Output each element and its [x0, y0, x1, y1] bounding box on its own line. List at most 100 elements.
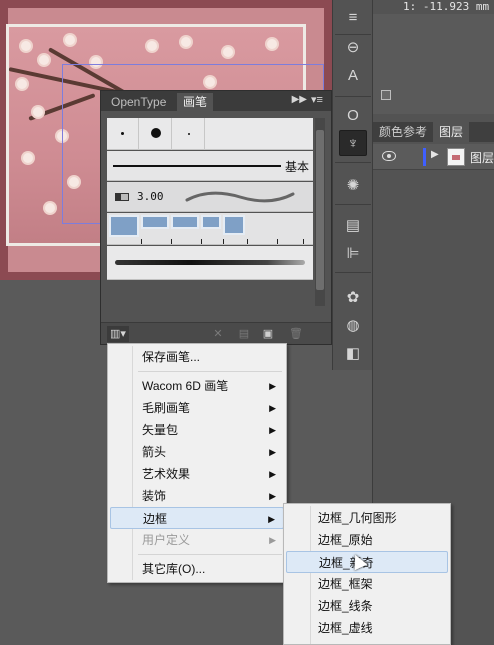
- pattern-tile: [223, 215, 245, 235]
- menu-item-label: 其它库(O)...: [142, 562, 206, 576]
- menu-separator: [138, 371, 282, 372]
- brush-library-menu: 保存画笔... Wacom 6D 画笔 ▶ 毛刷画笔 ▶ 矢量包 ▶ 箭头 ▶ 艺术效果…: [107, 343, 287, 583]
- align-panel-icon[interactable]: ⊫: [339, 240, 367, 266]
- panel-footer: ▥▾ ✕ ▤ ▣ 🗑: [101, 322, 331, 344]
- menu-item-other-library[interactable]: 其它库(O)...: [110, 558, 284, 580]
- menu-item-borders[interactable]: 边框 ▶: [110, 507, 284, 529]
- brush-row-calligraphic[interactable]: 3.00: [107, 182, 313, 212]
- brush-icon[interactable]: ♆: [339, 130, 367, 156]
- layer-name[interactable]: 图层: [470, 149, 494, 166]
- brush-swatch[interactable]: [107, 118, 139, 150]
- option-checkbox[interactable]: [381, 90, 391, 100]
- blossom: [65, 35, 75, 45]
- dot-shape: [121, 132, 124, 135]
- submenu-item-lines[interactable]: 边框_线条: [286, 595, 448, 617]
- brush-row-bristle[interactable]: [107, 246, 313, 280]
- expand-triangle-icon[interactable]: ▶: [431, 149, 439, 160]
- menu-item-save-brushes[interactable]: 保存画笔...: [110, 346, 284, 368]
- calligraphic-stroke: [185, 191, 295, 203]
- coordinate-readout: 1: -11.923 mm: [403, 0, 490, 13]
- submenu-item-geometric[interactable]: 边框_几何图形: [286, 507, 448, 529]
- submenu-item-dashed[interactable]: 边框_虚线: [286, 617, 448, 639]
- tick-mark: [303, 239, 304, 244]
- brush-swatch[interactable]: [173, 118, 205, 150]
- divider: [335, 204, 371, 205]
- menu-item-label: 箭头: [142, 445, 167, 459]
- visibility-eye-icon[interactable]: [382, 151, 396, 161]
- tab-opentype[interactable]: OpenType: [105, 93, 172, 111]
- tab-layers[interactable]: 图层: [433, 122, 470, 142]
- pattern-tile: [201, 215, 221, 229]
- submenu-arrow-icon: ▶: [269, 491, 276, 501]
- brush-row-basic[interactable]: 基本: [107, 151, 313, 181]
- blossom: [267, 39, 277, 49]
- submenu-item-novelty[interactable]: 边框_新奇: [286, 551, 448, 573]
- panel-tab-bar: OpenType 画笔 ▶▶ ▾≡: [101, 91, 331, 111]
- brush-row-pattern[interactable]: [107, 213, 313, 245]
- submenu-arrow-icon: ▶: [268, 514, 275, 524]
- pattern-tile: [141, 215, 169, 229]
- blossom: [181, 37, 191, 47]
- menu-item-decorative[interactable]: 装饰 ▶: [110, 485, 284, 507]
- tick-mark: [171, 239, 172, 244]
- dot-brush-row: [107, 118, 313, 150]
- menu-item-arrows[interactable]: 箭头 ▶: [110, 441, 284, 463]
- tick-mark: [277, 239, 278, 244]
- right-panel-tabs: 颜色参考 图层: [373, 122, 494, 142]
- menu-item-label: 毛刷画笔: [142, 401, 191, 415]
- submenu-arrow-icon: ▶: [269, 425, 276, 435]
- submenu-arrow-icon: ▶: [269, 381, 276, 391]
- calligraphic-icon: [115, 193, 129, 201]
- menu-item-bristle[interactable]: 毛刷画笔 ▶: [110, 397, 284, 419]
- submenu-arrow-icon: ▶: [269, 469, 276, 479]
- scrollbar-thumb[interactable]: [316, 130, 324, 290]
- brush-panel: OpenType 画笔 ▶▶ ▾≡ 基本 3.00 ▥▾ ✕ ▤ ▣ 🗑: [100, 90, 332, 345]
- layer-thumbnail: [447, 148, 465, 166]
- panel-dock-icons: ≡ ⊖ A O ♆ ✺ ▤ ⊫ ✿ ◍ ◧: [332, 0, 372, 370]
- menu-item-artistic[interactable]: 艺术效果 ▶: [110, 463, 284, 485]
- character-icon[interactable]: A: [339, 62, 367, 88]
- menu-item-label: 艺术效果: [142, 467, 191, 481]
- brush-libraries-menu-icon[interactable]: ▥▾: [107, 326, 129, 342]
- link-icon[interactable]: ⊖: [339, 34, 367, 60]
- color-palette-icon[interactable]: ✿: [339, 284, 367, 310]
- menu-separator: [138, 554, 282, 555]
- submenu-item-primitive[interactable]: 边框_原始: [286, 529, 448, 551]
- tick-mark: [201, 239, 202, 244]
- delete-icon[interactable]: 🗑: [289, 327, 303, 341]
- layer-color-indicator: [423, 148, 426, 166]
- transparency-icon[interactable]: ◧: [339, 340, 367, 366]
- menu-item-vector-packs[interactable]: 矢量包 ▶: [110, 419, 284, 441]
- options-icon[interactable]: ▤: [237, 327, 251, 341]
- divider: [335, 162, 371, 163]
- appearance-icon[interactable]: ◍: [339, 312, 367, 338]
- symbol-icon[interactable]: ✺: [339, 172, 367, 198]
- divider: [335, 272, 371, 273]
- submenu-arrow-icon: ▶: [269, 403, 276, 413]
- panel-scrollbar[interactable]: [315, 118, 325, 306]
- opentype-icon[interactable]: O: [339, 102, 367, 128]
- menu-item-user-defined[interactable]: 用户定义 ▶: [110, 529, 284, 551]
- menu-item-label: Wacom 6D 画笔: [142, 379, 229, 393]
- blossom: [21, 41, 31, 51]
- new-brush-icon[interactable]: ▣: [261, 327, 275, 341]
- menu-item-label: 装饰: [142, 489, 167, 503]
- collapse-icon[interactable]: ▶▶: [292, 94, 307, 105]
- panel-menu-icon[interactable]: ▾≡: [311, 93, 327, 107]
- align-icon[interactable]: ≡: [339, 4, 367, 30]
- tick-mark: [223, 239, 224, 244]
- divider: [335, 96, 371, 97]
- submenu-arrow-icon: ▶: [269, 447, 276, 457]
- tab-brushes[interactable]: 画笔: [177, 93, 214, 111]
- tab-color-guide[interactable]: 颜色参考: [373, 122, 433, 142]
- menu-item-label: 矢量包: [142, 423, 179, 437]
- basic-brush-label: 基本: [284, 160, 309, 174]
- gradient-icon[interactable]: ▤: [339, 212, 367, 238]
- menu-item-label: 边框: [143, 512, 168, 526]
- remove-stroke-icon[interactable]: ✕: [211, 327, 225, 341]
- submenu-item-frames[interactable]: 边框_框架: [286, 573, 448, 595]
- layer-row[interactable]: ▶ 图层: [373, 144, 494, 170]
- brush-swatch[interactable]: [140, 118, 172, 150]
- menu-item-wacom[interactable]: Wacom 6D 画笔 ▶: [110, 375, 284, 397]
- blossom: [147, 41, 157, 51]
